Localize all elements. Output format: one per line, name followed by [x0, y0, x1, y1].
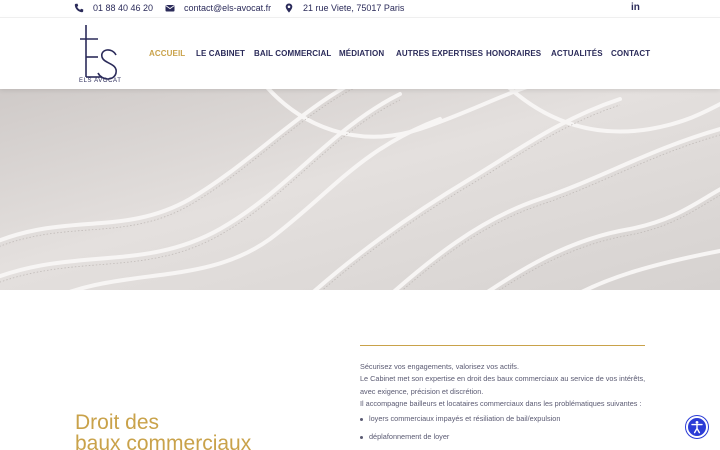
accessibility-button[interactable]: [686, 416, 708, 438]
page-title: Droit des baux commerciaux: [75, 412, 251, 450]
page-title-line-1: Droit des: [75, 411, 160, 434]
nav-bail-commercial[interactable]: BAIL COMMERCIAL: [254, 49, 331, 58]
nav-honoraires[interactable]: HONORAIRES: [486, 49, 541, 58]
email-address: contact@els-avocat.fr: [184, 3, 272, 13]
nav-le-cabinet[interactable]: LE CABINET: [196, 49, 245, 58]
map-pin-icon: [285, 3, 293, 13]
hero-architecture-illustration: [0, 89, 720, 290]
nav-autres-expertises[interactable]: AUTRES EXPERTISES: [396, 49, 483, 58]
phone-link[interactable]: 01 88 40 46 20: [74, 3, 153, 13]
hero-image: [0, 89, 720, 290]
email-link[interactable]: contact@els-avocat.fr: [165, 3, 271, 13]
nav-contact[interactable]: CONTACT: [611, 49, 650, 58]
phone-icon: [74, 3, 84, 13]
intro-line-1: Sécurisez vos engagements, valorisez vos…: [360, 362, 519, 371]
list-item: déplafonnement de loyer: [360, 431, 650, 443]
page-title-line-2: baux commerciaux: [75, 432, 252, 450]
intro-line-3: Il accompagne bailleurs et locataires co…: [360, 398, 642, 408]
linkedin-icon[interactable]: in: [631, 2, 640, 13]
nav-accueil[interactable]: ACCUEIL: [149, 49, 185, 58]
street-address: 21 rue Viete, 75017 Paris: [303, 3, 405, 13]
logo-text: ELS AVOCAT: [79, 78, 122, 84]
expertise-list: loyers commerciaux impayés et résiliatio…: [360, 413, 650, 444]
list-item: loyers commerciaux impayés et résiliatio…: [360, 413, 650, 425]
envelope-icon: [165, 5, 175, 12]
top-contact-bar: 01 88 40 46 20 contact@els-avocat.fr 21 …: [0, 0, 720, 17]
gold-divider: [360, 345, 645, 346]
intro-line-2: Le Cabinet met son expertise en droit de…: [360, 374, 646, 396]
address-link[interactable]: 21 rue Viete, 75017 Paris: [284, 3, 404, 13]
nav-mediation[interactable]: MÉDIATION: [339, 49, 384, 58]
phone-number: 01 88 40 46 20: [93, 3, 154, 13]
intro-text: Sécurisez vos engagements, valorisez vos…: [360, 361, 650, 450]
accessibility-icon: [691, 421, 703, 434]
main-navigation: ACCUEIL LE CABINET BAIL COMMERCIAL MÉDIA…: [0, 49, 720, 61]
site-header: ELS AVOCAT ACCUEIL LE CABINET BAIL COMME…: [0, 17, 720, 89]
nav-actualites[interactable]: ACTUALITÉS: [551, 49, 603, 58]
